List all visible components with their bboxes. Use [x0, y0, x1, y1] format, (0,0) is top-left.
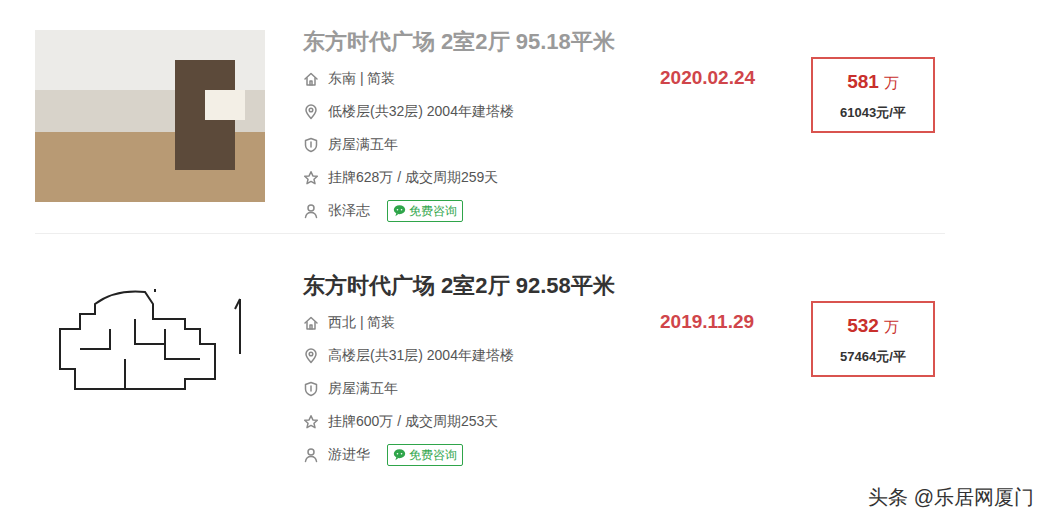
tag: 房屋满五年 — [328, 378, 398, 399]
listing-photo[interactable] — [35, 30, 265, 202]
person-icon — [303, 203, 319, 219]
person-icon — [303, 447, 319, 463]
listing-info-text-row: 挂牌628万 / 成交周期259天 — [303, 161, 648, 194]
orientation-row: 东南 | 简装 — [303, 62, 648, 95]
pin-icon — [303, 348, 319, 364]
star-icon — [303, 170, 319, 186]
star-icon — [303, 414, 319, 430]
date-column: 2020.02.24 — [648, 28, 811, 233]
tag-row: 房屋满五年 — [303, 128, 648, 161]
total-price: 581 — [847, 68, 879, 97]
unit-price: 61043元/平 — [840, 103, 906, 123]
listing-title[interactable]: 东方时代广场 2室2厅 95.18平米 — [303, 28, 648, 56]
pin-icon — [303, 104, 319, 120]
floor-info-row: 低楼层(共32层) 2004年建塔楼 — [303, 95, 648, 128]
agent-row: 张泽志 免费咨询 — [303, 194, 648, 227]
orientation-row: 西北 | 简装 — [303, 306, 648, 339]
price-box: 532万 57464元/平 — [811, 301, 935, 377]
floor-info-row: 高楼层(共31层) 2004年建塔楼 — [303, 339, 648, 372]
tag: 房屋满五年 — [328, 134, 398, 155]
consult-label: 免费咨询 — [409, 203, 457, 219]
price-column: 532万 57464元/平 — [811, 301, 935, 471]
agent-row: 游进华 免费咨询 — [303, 438, 648, 471]
house-icon — [303, 71, 319, 87]
price-unit: 万 — [884, 72, 899, 95]
consult-button[interactable]: 免费咨询 — [387, 444, 463, 466]
agent-name: 游进华 — [328, 444, 370, 465]
price-column: 581万 61043元/平 — [811, 57, 935, 233]
listing-info: 东方时代广场 2室2厅 95.18平米东南 | 简装低楼层(共32层) 2004… — [303, 28, 648, 233]
watermark: 头条 @乐居网厦门 — [868, 482, 1034, 512]
price-box: 581万 61043元/平 — [811, 57, 935, 133]
agent-name: 张泽志 — [328, 200, 370, 221]
shield-icon — [303, 137, 319, 153]
house-icon — [303, 315, 319, 331]
listing-info: 东方时代广场 2室2厅 92.58平米西北 | 简装高楼层(共31层) 2004… — [303, 272, 648, 471]
floor-info: 高楼层(共31层) 2004年建塔楼 — [328, 345, 514, 366]
listing-info-text: 挂牌600万 / 成交周期253天 — [328, 411, 498, 432]
listing-title[interactable]: 东方时代广场 2室2厅 92.58平米 — [303, 272, 648, 300]
tag-row: 房屋满五年 — [303, 372, 648, 405]
chat-icon — [393, 204, 406, 217]
orientation: 西北 | 简装 — [328, 312, 395, 333]
date-column: 2019.11.29 — [648, 272, 811, 471]
consult-button[interactable]: 免费咨询 — [387, 200, 463, 222]
listing-info-text: 挂牌628万 / 成交周期259天 — [328, 167, 498, 188]
deal-date: 2020.02.24 — [660, 67, 811, 89]
unit-price: 57464元/平 — [840, 347, 906, 367]
deal-date: 2019.11.29 — [660, 311, 811, 333]
shield-icon — [303, 381, 319, 397]
price-unit: 万 — [884, 316, 899, 339]
listing-info-text-row: 挂牌600万 / 成交周期253天 — [303, 405, 648, 438]
total-price: 532 — [847, 312, 879, 341]
consult-label: 免费咨询 — [409, 447, 457, 463]
floorplan-image[interactable] — [35, 284, 265, 456]
listing-row: 东方时代广场 2室2厅 95.18平米东南 | 简装低楼层(共32层) 2004… — [35, 0, 945, 234]
orientation: 东南 | 简装 — [328, 68, 395, 89]
floor-info: 低楼层(共32层) 2004年建塔楼 — [328, 101, 514, 122]
chat-icon — [393, 448, 406, 461]
listing-row: 东方时代广场 2室2厅 92.58平米西北 | 简装高楼层(共31层) 2004… — [35, 234, 945, 471]
